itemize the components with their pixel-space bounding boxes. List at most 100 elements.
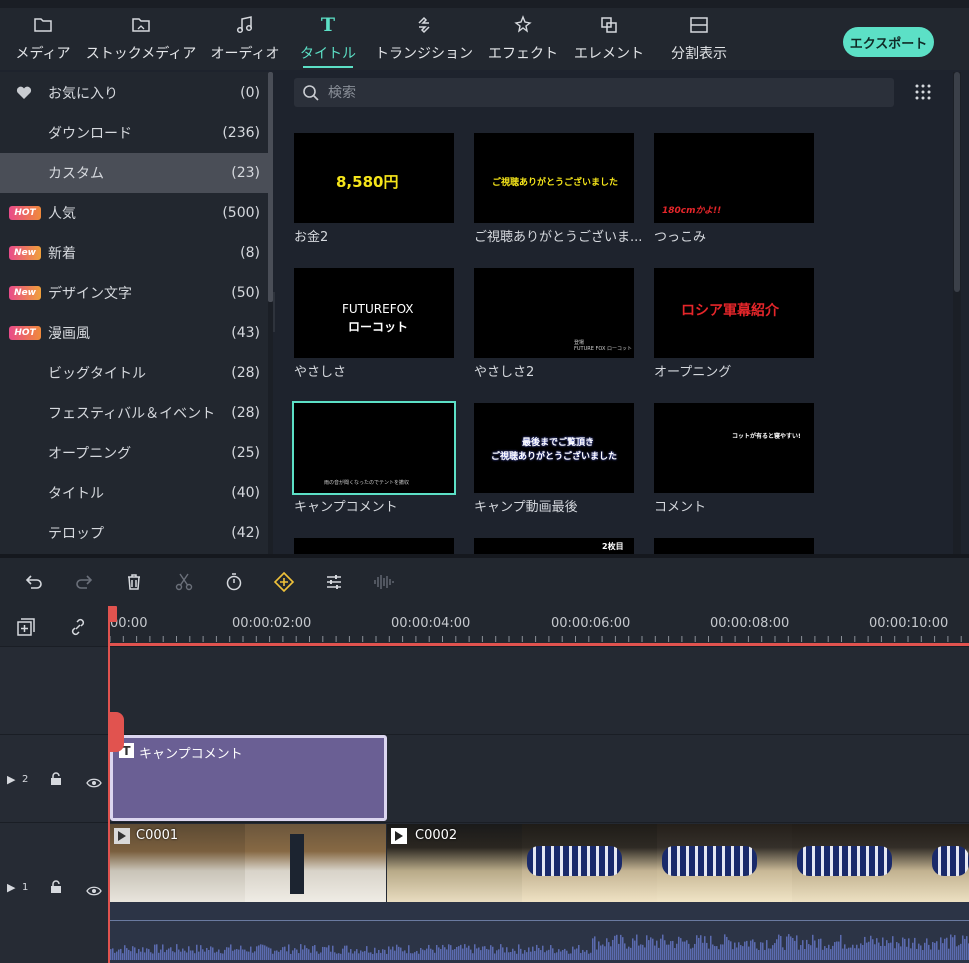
tab-title[interactable]: T タイトル — [300, 12, 356, 68]
eye-icon[interactable] — [86, 881, 102, 900]
waveform-bar — [268, 947, 270, 960]
cut-icon[interactable] — [172, 570, 196, 594]
title-card[interactable]: ロシア軍幕紹介 オープニング — [654, 268, 814, 388]
audio-level-line — [110, 920, 969, 921]
tab-element[interactable]: エレメント — [574, 12, 644, 68]
waveform-bar — [124, 945, 126, 960]
sidebar-item-telop[interactable]: テロップ (42) — [0, 513, 268, 553]
title-card[interactable]: コットが有ると寝やすい! コメント — [654, 403, 814, 523]
lock-icon[interactable] — [50, 771, 62, 790]
waveform-bar — [662, 934, 664, 960]
eye-icon[interactable] — [86, 773, 102, 792]
speed-timer-icon[interactable] — [222, 570, 246, 594]
tab-effect[interactable]: エフェクト — [488, 12, 558, 68]
waveform-bar — [932, 942, 934, 960]
waveform-bar — [250, 946, 252, 960]
waveform-bar — [286, 951, 288, 960]
library-scrollbar[interactable] — [953, 72, 961, 554]
waveform-bar — [954, 935, 956, 960]
waveform-bar — [746, 940, 748, 960]
waveform-bar — [528, 947, 530, 960]
delete-icon[interactable] — [122, 570, 146, 594]
waveform-bar — [574, 949, 576, 960]
redo-icon[interactable] — [72, 570, 96, 594]
waveform-bar — [864, 936, 866, 960]
playhead[interactable] — [108, 606, 110, 963]
timeline-ruler[interactable]: 00:00 00:00:02:00 00:00:04:00 00:00:06:0… — [110, 606, 969, 646]
export-button[interactable]: エクスポート — [843, 27, 934, 57]
sidebar-item-festival[interactable]: フェスティバル＆イベント (28) — [0, 393, 268, 433]
waveform-bar — [898, 943, 900, 960]
search-input[interactable] — [328, 84, 868, 101]
sidebar-item-custom[interactable]: カスタム (23) — [0, 153, 268, 193]
video-clip-c0001[interactable]: C0001 — [110, 824, 386, 902]
sidebar-item-title[interactable]: タイトル (40) — [0, 473, 268, 513]
track-empty[interactable] — [110, 646, 969, 734]
sidebar-scroll-thumb[interactable] — [268, 72, 273, 302]
waveform-bar — [384, 949, 386, 960]
waveform-bar — [830, 949, 832, 960]
element-icon — [598, 14, 620, 36]
sidebar-item-opening[interactable]: オープニング (25) — [0, 433, 268, 473]
title-card[interactable]: FUTUREFOX ローコット やさしさ — [294, 268, 454, 388]
sidebar-item-popular[interactable]: HOT 人気 (500) — [0, 193, 268, 233]
waveform-bar — [526, 952, 528, 960]
bag-object — [662, 846, 757, 876]
waveform-bar — [148, 949, 150, 960]
waveform-bar — [472, 953, 474, 960]
tab-audio[interactable]: オーディオ — [210, 12, 280, 68]
waveform-bar — [884, 945, 886, 960]
title-card[interactable]: 2枚目 — [474, 538, 634, 554]
link-icon[interactable] — [68, 617, 88, 641]
adjust-icon[interactable] — [322, 570, 346, 594]
title-card-selected[interactable]: 雨の音が聞くなったのでテントを撤収 キャンプコメント — [292, 401, 456, 523]
grid-view-icon[interactable] — [915, 84, 931, 100]
waveform-bar — [244, 949, 246, 960]
add-track-icon[interactable] — [16, 617, 36, 641]
waveform-bar — [128, 949, 130, 960]
waveform-bar — [170, 947, 172, 960]
sidebar-item-big-title[interactable]: ビッグタイトル (28) — [0, 353, 268, 393]
title-card[interactable]: 8,580円 お金2 — [294, 133, 454, 253]
waveform-bar — [908, 938, 910, 960]
video-clip-c0002[interactable]: C0002 — [387, 824, 969, 902]
title-clip[interactable]: T キャンプコメント — [110, 735, 387, 821]
split-screen-icon — [688, 14, 710, 36]
sidebar-item-favorites[interactable]: お気に入り (0) — [0, 73, 268, 113]
search-box[interactable] — [294, 78, 894, 107]
waveform-bar — [604, 946, 606, 960]
title-card[interactable]: 180cmかよ!! つっこみ — [654, 133, 814, 253]
keyframe-add-icon[interactable] — [272, 570, 296, 594]
waveform-bar — [136, 953, 138, 960]
library-scroll-thumb[interactable] — [954, 72, 960, 292]
waveform-bar — [642, 944, 644, 960]
sidebar-item-design-text[interactable]: New デザイン文字 (50) — [0, 273, 268, 313]
lock-icon[interactable] — [50, 879, 62, 898]
editor-window: メディア ストックメディア オーディオ T タイトル トランジション エフェクト… — [0, 0, 969, 963]
waveform-bar — [582, 949, 584, 960]
sidebar-item-new[interactable]: New 新着 (8) — [0, 233, 268, 273]
audio-waveform[interactable] — [110, 902, 969, 963]
waveform-bar — [322, 946, 324, 960]
tab-stock-media[interactable]: ストックメディア — [86, 12, 196, 68]
waveform-bar — [478, 947, 480, 960]
tab-media[interactable]: メディア — [15, 12, 71, 68]
waveform-bar — [748, 946, 750, 960]
undo-icon[interactable] — [22, 570, 46, 594]
title-card[interactable] — [654, 538, 814, 554]
tab-split-screen[interactable]: 分割表示 — [668, 12, 730, 68]
title-card[interactable] — [294, 538, 454, 554]
title-card[interactable]: 登場 FUTURE FOX ローコット やさしさ2 — [474, 268, 634, 388]
title-card[interactable]: 最後までご覧頂き ご視聴ありがとうございました キャンプ動画最後 — [474, 403, 634, 523]
playhead-handle[interactable] — [108, 606, 117, 622]
waveform-bar — [706, 942, 708, 960]
waveform-bar — [386, 953, 388, 960]
tab-transition[interactable]: トランジション — [375, 12, 473, 68]
audio-icon[interactable] — [372, 570, 396, 594]
waveform-bar — [920, 945, 922, 960]
sidebar-item-manga[interactable]: HOT 漫画風 (43) — [0, 313, 268, 353]
title-card[interactable]: ご視聴ありがとうございました ご視聴ありがとうございま... — [474, 133, 642, 253]
sidebar-item-download[interactable]: ダウンロード (236) — [0, 113, 268, 153]
waveform-bar — [480, 950, 482, 960]
playhead-grip[interactable] — [108, 712, 124, 752]
